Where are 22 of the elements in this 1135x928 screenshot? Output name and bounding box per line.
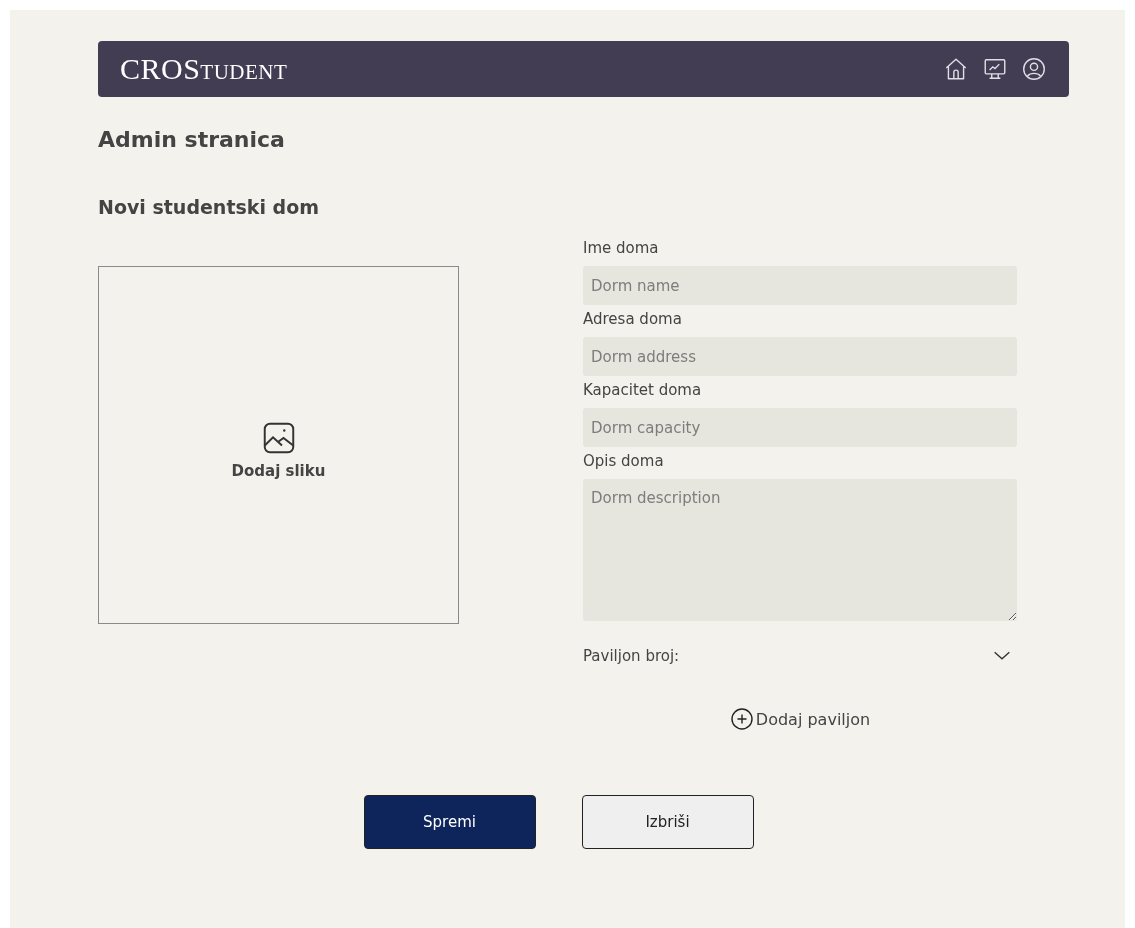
page-title: Admin stranica	[98, 127, 286, 152]
add-pavilion-button[interactable]: Dodaj paviljon	[729, 707, 871, 731]
text-area[interactable]: Dorm description	[583, 479, 1017, 621]
field-label: Kapacitet doma	[583, 381, 703, 399]
logo[interactable]: CROStudent	[120, 52, 288, 86]
field-label: Opis doma	[583, 452, 665, 470]
user-icon[interactable]	[1021, 56, 1047, 82]
dropdown-label: Paviljon broj:	[583, 647, 680, 665]
field-label: Adresa doma	[583, 310, 683, 328]
home-icon[interactable]	[943, 56, 969, 82]
section-title: Novi studentski dom	[98, 196, 320, 218]
image-upload-area[interactable]: Dodaj sliku	[98, 266, 459, 624]
plus-circle-icon	[729, 707, 754, 731]
input-field[interactable]: Dorm address	[583, 337, 1017, 376]
save-button[interactable]: Spremi	[363, 795, 536, 849]
input-field[interactable]: Dorm name	[583, 266, 1017, 305]
monitor-chart-icon[interactable]	[982, 56, 1008, 82]
dropdown[interactable]: Paviljon broj:	[583, 645, 1017, 667]
upload-label: Dodaj sliku	[231, 462, 326, 480]
delete-button[interactable]: Izbriši	[581, 795, 754, 849]
input-field[interactable]: Dorm capacity	[583, 408, 1017, 447]
field-label: Ime doma	[583, 239, 660, 257]
